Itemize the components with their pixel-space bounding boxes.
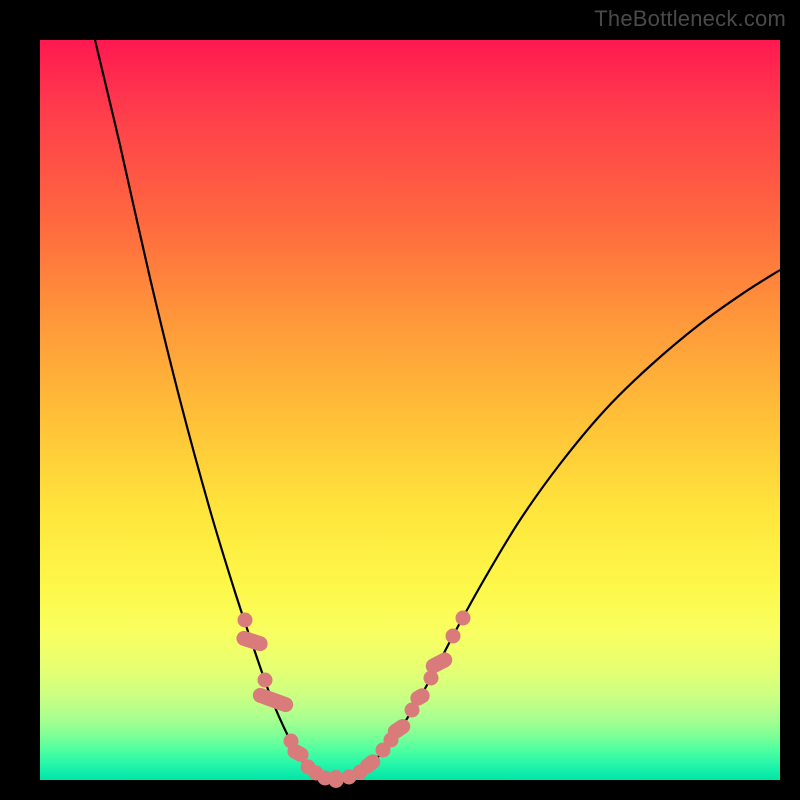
curve-svg [40,40,780,780]
data-pill [234,629,269,653]
data-dot [238,613,253,628]
data-pill [329,770,344,788]
data-dot [258,673,273,688]
data-dot [456,611,471,626]
plot-area [40,40,780,780]
watermark-text: TheBottleneck.com [594,6,786,32]
data-markers [234,611,470,789]
data-pill [251,686,296,714]
data-dot [446,629,461,644]
chart-frame: TheBottleneck.com [0,0,800,800]
